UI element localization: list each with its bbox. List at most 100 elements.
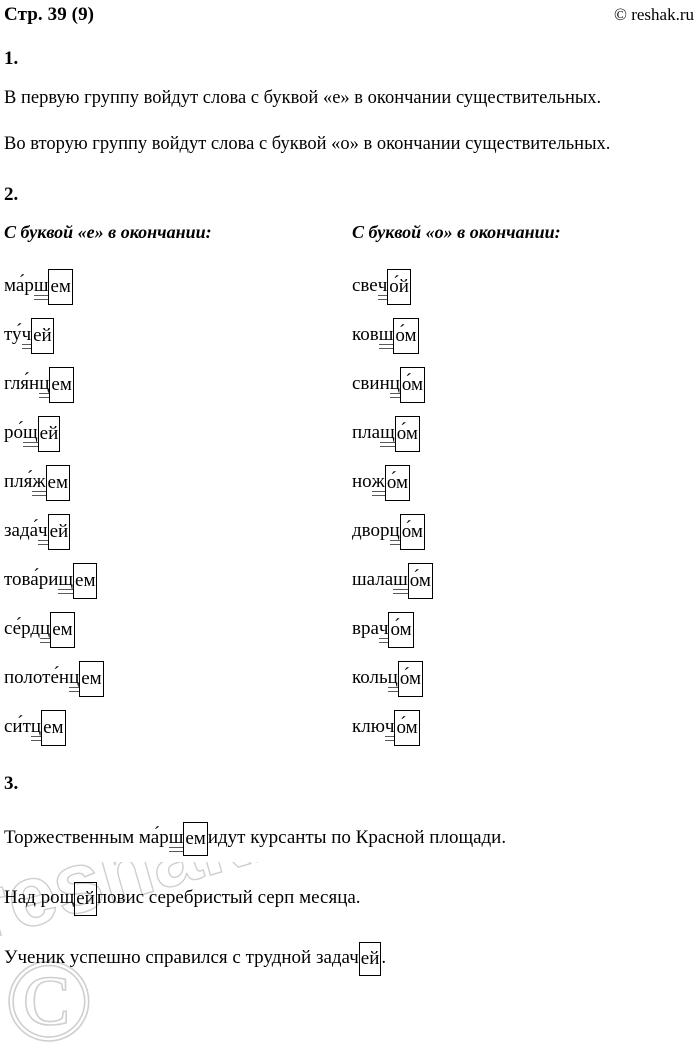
word-stem: ма́р bbox=[4, 274, 34, 296]
word-stem: но bbox=[352, 470, 372, 492]
section-number-3: 3. bbox=[4, 773, 19, 795]
word-stem: свин bbox=[352, 372, 390, 394]
word-ending-box: о́м bbox=[393, 317, 419, 354]
example-sentence: Над рощ ей повис серебристый серп месяца. bbox=[4, 881, 694, 917]
analyzed-word: клю ч о́м bbox=[352, 709, 420, 746]
word-ending-box: о́м bbox=[394, 709, 420, 746]
page-header: Стр. 39 (9) © reshak.ru bbox=[0, 0, 700, 26]
sentence-text-before: Торжественным ма́р bbox=[4, 827, 169, 849]
word-ending-box: о́м bbox=[384, 464, 410, 501]
word-row: све ч о́й bbox=[352, 261, 700, 310]
analyzed-word: но ж о́м bbox=[352, 464, 410, 501]
word-row: това́ри щ ем bbox=[4, 555, 352, 604]
word-suffix-marker: щ bbox=[23, 421, 38, 447]
word-suffix-marker: ц bbox=[69, 666, 80, 692]
word-ending-box: ем bbox=[79, 660, 104, 697]
word-suffix-marker: ч bbox=[378, 617, 389, 643]
sentence-text-before: Ученик успешно справился с трудной задач bbox=[4, 947, 359, 969]
page-reference: Стр. 39 (9) bbox=[4, 4, 95, 25]
word-ending-box: ем bbox=[41, 709, 66, 746]
sentence-text-after: повис серебристый серп месяца. bbox=[96, 887, 361, 909]
word-stem: шала bbox=[352, 568, 394, 590]
word-row: се́рд ц ем bbox=[4, 604, 352, 653]
analyzed-word: това́ри щ ем bbox=[4, 562, 98, 599]
word-ending-box: ем bbox=[50, 611, 75, 648]
word-stem: двор bbox=[352, 519, 390, 541]
word-stem: пля́ bbox=[4, 470, 33, 492]
page-content: 1. В первую группу войдут слова с буквой… bbox=[0, 48, 700, 977]
word-row: пля́ ж ем bbox=[4, 457, 352, 506]
word-stem: се́рд bbox=[4, 617, 41, 639]
analyzed-word: двор ц о́м bbox=[352, 513, 425, 550]
word-ending-box: о́й bbox=[387, 268, 411, 305]
document-page: reshak.ru © Стр. 39 (9) © reshak.ru 1. В… bbox=[0, 0, 700, 1052]
word-suffix-marker: щ bbox=[58, 568, 74, 594]
analyzed-word: ков ш о́м bbox=[352, 317, 419, 354]
column-heading-e: С буквой «е» в окончании: bbox=[4, 222, 212, 243]
analyzed-word: коль ц о́м bbox=[352, 660, 424, 697]
analyzed-word: све ч о́й bbox=[352, 268, 411, 305]
word-row: гля́н ц ем bbox=[4, 359, 352, 408]
word-suffix-marker: ш bbox=[33, 274, 49, 300]
word-ending-box: ем bbox=[48, 268, 73, 305]
word-suffix-marker: ш bbox=[378, 323, 394, 349]
word-stem: ро́ bbox=[4, 421, 23, 443]
word-row: си́т ц ем bbox=[4, 702, 352, 751]
word-ending-box: о́м bbox=[407, 562, 433, 599]
sentence-text-before: Над рощ bbox=[4, 887, 75, 909]
word-stem: това́ри bbox=[4, 568, 59, 590]
word-row: клю ч о́м bbox=[352, 702, 700, 751]
word-row: двор ц о́м bbox=[352, 506, 700, 555]
example-sentence: Торжественным ма́р ш ем идут курсанты по К… bbox=[4, 821, 694, 857]
analyzed-word: ту́ ч ей bbox=[4, 317, 54, 354]
word-ending-box: о́м bbox=[399, 513, 425, 550]
word-ending-box: о́м bbox=[399, 366, 426, 403]
word-stem: клю bbox=[352, 715, 385, 737]
word-row: ков ш о́м bbox=[352, 310, 700, 359]
word-ending-box: о́м bbox=[397, 660, 424, 697]
word-stem: си́т bbox=[4, 715, 31, 737]
word-ending-box: ей bbox=[74, 882, 97, 917]
word-suffix-marker: ч bbox=[384, 715, 395, 741]
word-suffix-marker: ч bbox=[377, 274, 388, 300]
analyzed-word: ро́ щ ей bbox=[4, 415, 61, 452]
word-suffix-marker: ц bbox=[30, 715, 42, 741]
word-suffix-marker: ц bbox=[389, 519, 400, 545]
word-row: полоте́н ц ем bbox=[4, 653, 352, 702]
word-suffix-marker: ц bbox=[387, 666, 399, 692]
word-stem: пла bbox=[352, 421, 381, 443]
word-row: коль ц о́м bbox=[352, 653, 700, 702]
analyzed-word: вра ч о́м bbox=[352, 611, 414, 648]
word-columns: С буквой «е» в окончании: ма́р ш ем ту́ ч ей… bbox=[4, 222, 694, 751]
section-1-paragraph-1: В первую группу войдут слова с буквой «е… bbox=[4, 88, 602, 108]
word-row: ма́р ш ем bbox=[4, 261, 352, 310]
column-letter-e: С буквой «е» в окончании: ма́р ш ем ту́ ч ей… bbox=[4, 222, 352, 751]
sentence-text-after: . bbox=[381, 947, 387, 969]
sentence-text-after: идут курсанты по Красной площади. bbox=[207, 827, 507, 849]
word-stem: коль bbox=[352, 666, 388, 688]
word-suffix-marker: ч bbox=[21, 323, 32, 349]
analyzed-word: ма́р ш ем bbox=[4, 268, 73, 305]
word-ending-box: ем bbox=[73, 562, 98, 599]
word-row: вра ч о́м bbox=[352, 604, 700, 653]
word-row: зада́ ч ей bbox=[4, 506, 352, 555]
word-ending-box: ем bbox=[183, 822, 208, 857]
site-credit: © reshak.ru bbox=[614, 5, 694, 24]
section-number-2: 2. bbox=[4, 184, 19, 206]
analyzed-word: пля́ ж ем bbox=[4, 464, 70, 501]
word-suffix-marker: ж bbox=[371, 470, 385, 496]
word-suffix-marker: ш bbox=[168, 827, 184, 853]
section-number-1: 1. bbox=[4, 48, 19, 69]
word-suffix-marker: ц bbox=[40, 617, 51, 643]
word-suffix-marker: ш bbox=[393, 568, 408, 594]
analyzed-word: си́т ц ем bbox=[4, 709, 66, 746]
word-stem: ту́ bbox=[4, 323, 22, 345]
word-ending-box: ем bbox=[49, 366, 74, 403]
word-ending-box: ей bbox=[47, 513, 71, 550]
word-row: ро́ щ ей bbox=[4, 408, 352, 457]
analyzed-word: се́рд ц ем bbox=[4, 611, 75, 648]
word-suffix-marker: ж bbox=[32, 470, 46, 496]
word-suffix-marker: щ bbox=[380, 421, 395, 447]
word-suffix-marker: ц bbox=[389, 372, 401, 398]
word-ending-box: ей bbox=[358, 942, 382, 977]
